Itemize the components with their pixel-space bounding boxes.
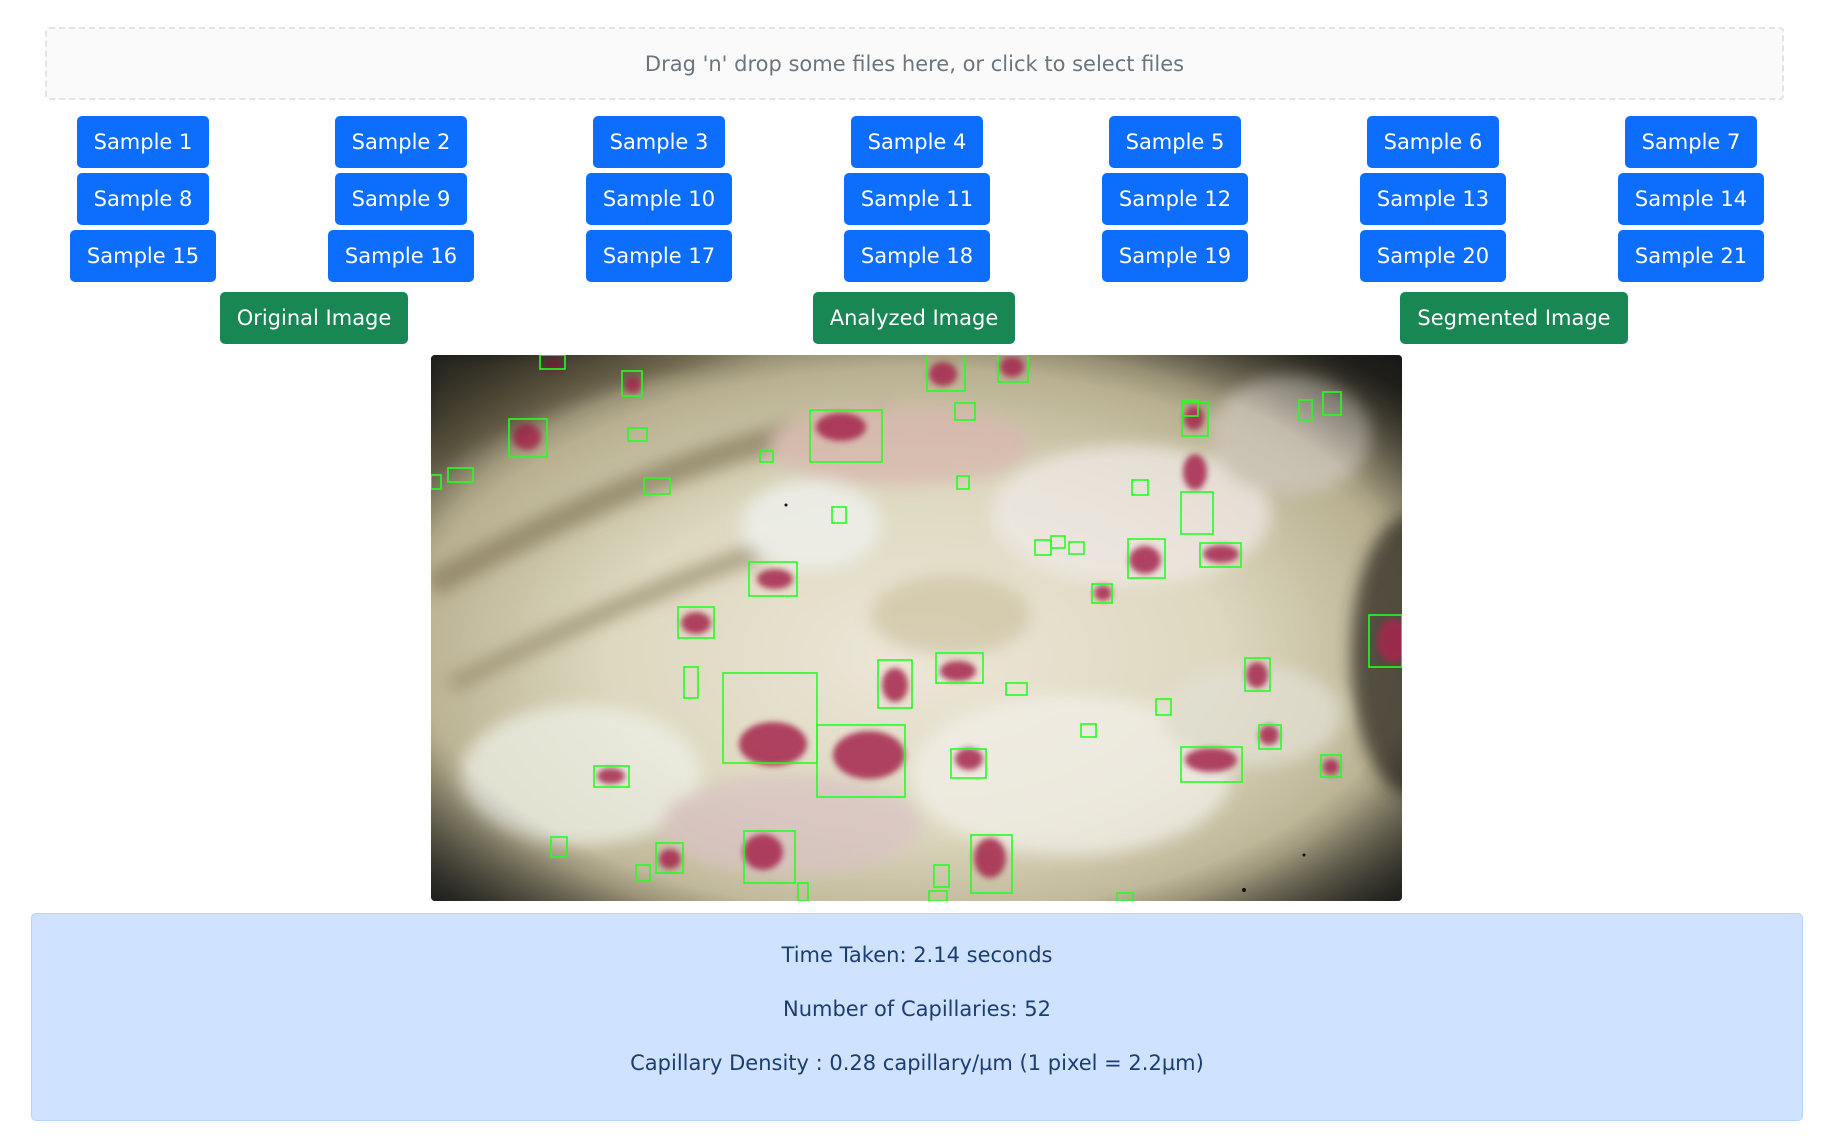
- time-taken-text: Time Taken: 2.14 seconds: [781, 943, 1053, 967]
- sample-row-3: Sample 15 Sample 16 Sample 17 Sample 18 …: [0, 230, 1827, 282]
- dropzone-text: Drag 'n' drop some files here, or click …: [644, 51, 1185, 76]
- sample-12-button[interactable]: Sample 12: [1101, 173, 1249, 225]
- sample-5-button[interactable]: Sample 5: [1108, 116, 1242, 168]
- sample-20-button[interactable]: Sample 20: [1359, 230, 1507, 282]
- sample-3-button[interactable]: Sample 3: [592, 116, 726, 168]
- sample-19-button[interactable]: Sample 19: [1101, 230, 1249, 282]
- capillary-count-text: Number of Capillaries: 52: [783, 997, 1051, 1021]
- sample-18-button[interactable]: Sample 18: [843, 230, 991, 282]
- app-page: Drag 'n' drop some files here, or click …: [0, 0, 1827, 1147]
- sample-10-button[interactable]: Sample 10: [585, 173, 733, 225]
- sample-4-button[interactable]: Sample 4: [850, 116, 984, 168]
- sample-14-button[interactable]: Sample 14: [1617, 173, 1765, 225]
- capillary-image-canvas: [431, 355, 1402, 901]
- analyzed-capillary-image: [431, 355, 1402, 901]
- analyzed-image-button[interactable]: Analyzed Image: [812, 292, 1016, 344]
- sample-11-button[interactable]: Sample 11: [843, 173, 991, 225]
- sample-2-button[interactable]: Sample 2: [334, 116, 468, 168]
- sample-row-1: Sample 1 Sample 2 Sample 3 Sample 4 Samp…: [0, 116, 1827, 168]
- sample-row-2: Sample 8 Sample 9 Sample 10 Sample 11 Sa…: [0, 173, 1827, 225]
- segmented-image-button[interactable]: Segmented Image: [1400, 292, 1628, 344]
- analysis-results-panel: Time Taken: 2.14 seconds Number of Capil…: [31, 913, 1803, 1121]
- sample-13-button[interactable]: Sample 13: [1359, 173, 1507, 225]
- sample-21-button[interactable]: Sample 21: [1617, 230, 1765, 282]
- sample-8-button[interactable]: Sample 8: [76, 173, 210, 225]
- sample-16-button[interactable]: Sample 16: [327, 230, 475, 282]
- sample-9-button[interactable]: Sample 9: [334, 173, 468, 225]
- file-dropzone[interactable]: Drag 'n' drop some files here, or click …: [45, 27, 1784, 100]
- capillary-density-text: Capillary Density : 0.28 capillary/µm (1…: [630, 1051, 1204, 1075]
- view-mode-buttons: Original Image Analyzed Image Segmented …: [0, 292, 1827, 344]
- sample-17-button[interactable]: Sample 17: [585, 230, 733, 282]
- original-image-button[interactable]: Original Image: [219, 292, 409, 344]
- sample-6-button[interactable]: Sample 6: [1366, 116, 1500, 168]
- sample-15-button[interactable]: Sample 15: [69, 230, 217, 282]
- sample-1-button[interactable]: Sample 1: [76, 116, 210, 168]
- sample-7-button[interactable]: Sample 7: [1624, 116, 1758, 168]
